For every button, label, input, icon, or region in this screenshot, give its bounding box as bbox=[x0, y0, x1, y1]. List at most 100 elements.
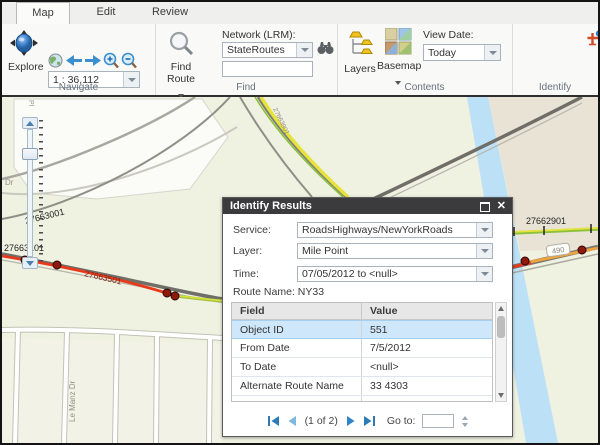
slider-thumb[interactable] bbox=[22, 148, 38, 160]
find-group-label: Find bbox=[155, 82, 337, 93]
tab-edit[interactable]: Edit bbox=[80, 2, 132, 23]
city-block bbox=[2, 338, 222, 443]
group-identify: i Identify i Identify bbox=[512, 24, 598, 95]
svg-text:490: 490 bbox=[551, 245, 565, 256]
scrollbar-down-icon[interactable] bbox=[496, 390, 506, 401]
network-lrm-label: Network (LRM): bbox=[222, 29, 296, 41]
tab-review[interactable]: Review bbox=[140, 2, 200, 23]
cell-value: <null> bbox=[362, 358, 492, 376]
next-page-icon[interactable] bbox=[345, 415, 356, 427]
street-label: Pl bbox=[27, 100, 34, 107]
chevron-down-icon[interactable] bbox=[476, 267, 492, 281]
cell-field: Alternate Route Name bbox=[232, 377, 362, 395]
goto-spinner[interactable] bbox=[462, 416, 468, 427]
network-lrm-combo[interactable]: StateRoutes bbox=[222, 42, 313, 58]
column-header-field[interactable]: Field bbox=[232, 303, 362, 319]
globe-icon[interactable] bbox=[48, 53, 63, 68]
layer-label: Layer: bbox=[233, 245, 262, 257]
slider-zoom-out-button[interactable] bbox=[22, 257, 38, 269]
scrollbar-thumb[interactable] bbox=[497, 316, 505, 338]
time-combo[interactable]: 07/05/2012 to <null> bbox=[297, 266, 493, 282]
identify-group-label: Identify bbox=[512, 82, 598, 93]
route-label: 27662901 bbox=[526, 216, 566, 226]
time-label: Time: bbox=[233, 268, 259, 280]
cell-field: From Date bbox=[232, 339, 362, 357]
basemap-label: Basemap bbox=[377, 60, 419, 72]
prev-page-icon[interactable] bbox=[287, 415, 298, 427]
layer-combo[interactable]: Mile Point bbox=[297, 243, 493, 259]
first-page-icon[interactable] bbox=[267, 415, 280, 427]
maximize-icon[interactable] bbox=[480, 202, 490, 212]
dialog-title: Identify Results bbox=[230, 200, 312, 212]
time-value: 07/05/2012 to <null> bbox=[302, 267, 476, 281]
goto-page-input[interactable] bbox=[422, 414, 454, 428]
chevron-down-icon[interactable] bbox=[296, 43, 312, 57]
explore-compass-icon bbox=[9, 30, 39, 56]
chevron-down-icon[interactable] bbox=[476, 244, 492, 258]
cell-field: To Date bbox=[232, 358, 362, 376]
binoculars-icon[interactable] bbox=[317, 40, 334, 55]
route-label: 27663501 bbox=[84, 268, 123, 286]
table-row[interactable]: Alternate Route Name 33 4303 bbox=[232, 377, 492, 396]
scrollbar-up-icon[interactable] bbox=[496, 303, 506, 314]
ribbon-tab-bar: Map Edit Review bbox=[2, 2, 598, 24]
last-page-icon[interactable] bbox=[363, 415, 376, 427]
map-zoom-slider[interactable] bbox=[22, 117, 38, 269]
view-date-value: Today bbox=[428, 45, 484, 60]
basemap-icon bbox=[385, 28, 412, 55]
cell-value: 7/5/2012 bbox=[362, 339, 492, 357]
find-route-label-line1: Find bbox=[159, 61, 203, 73]
map-canvas[interactable]: 490 27663001 27663101 27663501 27662901 … bbox=[2, 97, 598, 443]
view-date-label: View Date: bbox=[423, 29, 474, 41]
service-value: RoadsHighways/NewYorkRoads bbox=[302, 223, 476, 237]
chevron-down-icon[interactable] bbox=[476, 223, 492, 237]
zoom-in-icon[interactable] bbox=[103, 52, 119, 69]
street-label: Dr bbox=[5, 178, 14, 187]
slider-tick-marks bbox=[39, 120, 43, 266]
page-status: (1 of 2) bbox=[305, 415, 338, 427]
spinner-up-icon[interactable] bbox=[462, 416, 468, 420]
table-row[interactable]: To Date <null> bbox=[232, 358, 492, 377]
attribute-table: Field Value Object ID 551 From Date 7/5/… bbox=[231, 302, 493, 402]
table-header-row: Field Value bbox=[232, 303, 492, 320]
network-lrm-value: StateRoutes bbox=[227, 43, 296, 57]
zoom-out-icon[interactable] bbox=[121, 52, 137, 69]
tab-map[interactable]: Map bbox=[16, 2, 70, 24]
explore-button[interactable]: Explore bbox=[8, 30, 40, 73]
dialog-title-bar[interactable]: Identify Results ✕ bbox=[223, 198, 512, 214]
back-arrow-icon[interactable] bbox=[66, 54, 82, 67]
identify-route-location-icon[interactable]: i bbox=[586, 30, 600, 47]
basemap-button[interactable]: Basemap bbox=[377, 28, 419, 90]
route-search-input[interactable] bbox=[222, 61, 313, 77]
slider-zoom-in-button[interactable] bbox=[22, 117, 38, 129]
table-row[interactable]: Object ID 551 bbox=[232, 320, 492, 339]
goto-label: Go to: bbox=[387, 415, 416, 427]
close-icon[interactable]: ✕ bbox=[497, 198, 506, 214]
table-row bbox=[232, 396, 492, 402]
find-route-magnifier-icon bbox=[168, 30, 194, 56]
table-row[interactable]: From Date 7/5/2012 bbox=[232, 339, 492, 358]
chevron-up-icon bbox=[26, 121, 34, 126]
chevron-down-icon[interactable] bbox=[484, 45, 500, 60]
layers-button[interactable]: Layers bbox=[343, 30, 377, 75]
layers-icon bbox=[346, 30, 374, 58]
pagination-bar: (1 of 2) Go to: bbox=[223, 409, 512, 433]
view-date-combo[interactable]: Today bbox=[423, 44, 501, 61]
group-find: Find Route Network (LRM): StateRoutes Fi… bbox=[155, 24, 338, 95]
application-window: Map Edit Review Explore bbox=[0, 0, 600, 445]
column-header-value[interactable]: Value bbox=[362, 303, 492, 319]
navigate-group-label: Navigate bbox=[2, 82, 155, 93]
forward-arrow-icon[interactable] bbox=[85, 54, 101, 67]
cell-field: Object ID bbox=[232, 321, 362, 338]
service-label: Service: bbox=[233, 224, 271, 236]
spinner-down-icon[interactable] bbox=[462, 423, 468, 427]
ribbon: Explore 1 bbox=[2, 24, 598, 97]
route-name-text: Route Name: NY33 bbox=[233, 286, 324, 298]
chevron-down-icon bbox=[26, 261, 34, 266]
contents-group-label: Contents bbox=[337, 82, 512, 93]
service-combo[interactable]: RoadsHighways/NewYorkRoads bbox=[297, 222, 493, 238]
cell-value: 551 bbox=[362, 321, 492, 338]
street-label: Le Manz Dr bbox=[68, 380, 77, 422]
layer-value: Mile Point bbox=[302, 244, 476, 258]
table-scrollbar[interactable] bbox=[495, 302, 507, 402]
